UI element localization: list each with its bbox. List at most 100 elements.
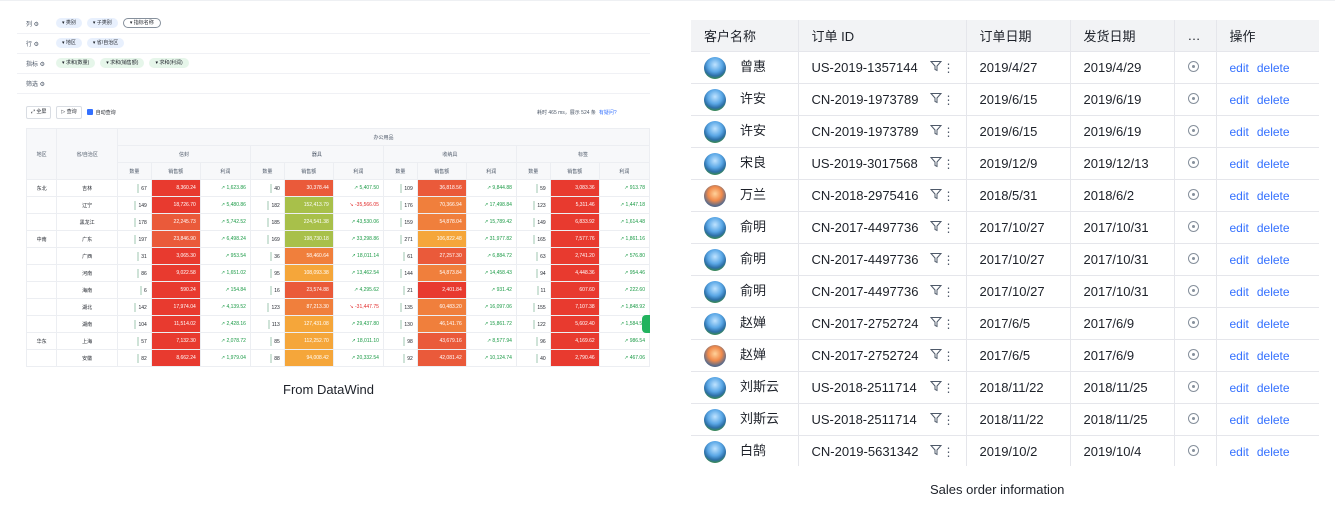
radio-icon[interactable] — [1187, 253, 1199, 264]
actions-cell: edit delete — [1216, 435, 1319, 466]
delete-link[interactable]: delete — [1257, 61, 1290, 75]
quantity-cell: 271 — [382, 230, 418, 248]
delete-link[interactable]: delete — [1257, 349, 1290, 363]
filter-icon[interactable]: ⋮ — [929, 284, 955, 299]
radio-icon[interactable] — [1187, 445, 1199, 456]
radio-icon[interactable] — [1187, 61, 1199, 72]
avatar — [704, 184, 726, 207]
radio-icon[interactable] — [1187, 317, 1199, 328]
edit-link[interactable]: edit — [1230, 253, 1249, 267]
more-icon[interactable]: ⋮ — [943, 125, 955, 139]
more-icon[interactable]: ⋮ — [943, 381, 955, 395]
fullscreen-button[interactable]: ⤢ 全屏 — [26, 105, 52, 119]
filter-icon[interactable]: ⋮ — [929, 380, 955, 395]
column-header[interactable]: … — [1174, 20, 1217, 52]
field-pill[interactable]: ▾ 省/自治区 — [86, 38, 125, 48]
more-icon[interactable]: ⋮ — [943, 413, 955, 427]
field-pill[interactable]: ▾ 求和(利润) — [149, 58, 189, 68]
more-icon[interactable]: ⋮ — [943, 61, 955, 75]
delete-link[interactable]: delete — [1257, 125, 1290, 139]
delete-link[interactable]: delete — [1257, 285, 1290, 299]
radio-icon[interactable] — [1187, 93, 1199, 104]
order-date-cell: 2017/10/27 — [966, 275, 1071, 308]
filter-icon[interactable]: ⋮ — [929, 156, 955, 171]
delete-link[interactable]: delete — [1257, 157, 1290, 171]
delete-link[interactable]: delete — [1257, 445, 1290, 459]
delete-link[interactable]: delete — [1257, 189, 1290, 203]
query-button[interactable]: ▷ 查询 — [56, 105, 82, 119]
edit-link[interactable]: edit — [1230, 349, 1249, 363]
more-icon[interactable]: ⋮ — [943, 253, 955, 267]
radio-icon[interactable] — [1187, 125, 1199, 136]
delete-link[interactable]: delete — [1257, 93, 1290, 107]
filter-icon[interactable]: ⋮ — [929, 60, 955, 75]
pivot-subcategory-header: 器具 — [249, 145, 384, 163]
quantity-cell: 6 — [116, 281, 152, 299]
filter-icon[interactable]: ⋮ — [929, 444, 955, 459]
quantity-bar — [134, 217, 137, 227]
more-icon[interactable]: ⋮ — [943, 285, 955, 299]
delete-link[interactable]: delete — [1257, 221, 1290, 235]
more-icon[interactable]: ⋮ — [943, 349, 955, 363]
radio-icon[interactable] — [1187, 349, 1199, 360]
more-icon[interactable]: ⋮ — [943, 317, 955, 331]
radio-icon[interactable] — [1187, 381, 1199, 392]
edit-link[interactable]: edit — [1230, 445, 1249, 459]
auto-query-checkbox[interactable] — [86, 109, 93, 115]
filter-icon[interactable]: ⋮ — [929, 348, 955, 363]
filter-icon[interactable]: ⋮ — [929, 92, 955, 107]
side-drawer-handle[interactable] — [642, 315, 650, 333]
edit-link[interactable]: edit — [1230, 61, 1249, 75]
edit-link[interactable]: edit — [1230, 189, 1249, 203]
filter-icon[interactable]: ⋮ — [929, 252, 955, 267]
pivot-subcategory-header: 标签 — [515, 145, 650, 163]
sales-cell: 8,360.24 — [150, 179, 201, 197]
quantity-value: 123 — [537, 202, 546, 209]
edit-link[interactable]: edit — [1230, 413, 1249, 427]
field-pill[interactable]: ▾ 求和(数量) — [56, 58, 96, 68]
radio-icon[interactable] — [1187, 189, 1199, 200]
radio-icon[interactable] — [1187, 413, 1199, 424]
field-pill[interactable]: ▾ 地区 — [56, 38, 82, 48]
filter-icon[interactable]: ⋮ — [929, 412, 955, 427]
config-row: 列 ⚙ ▾ 类别 ▾ 子类别 ▾ 指标名称 — [17, 13, 650, 34]
field-pill[interactable]: ▾ 求和(销售额) — [100, 58, 145, 68]
customer-name: 刘斯云 — [740, 379, 780, 395]
field-pill[interactable]: ▾ 指标名称 — [122, 18, 161, 28]
column-header: 订单日期 — [966, 20, 1071, 52]
filter-icon[interactable]: ⋮ — [929, 124, 955, 139]
extra-cell — [1174, 371, 1217, 404]
delete-link[interactable]: delete — [1257, 413, 1290, 427]
edit-link[interactable]: edit — [1230, 125, 1249, 139]
field-pill[interactable]: ▾ 类别 — [56, 18, 82, 28]
more-icon[interactable]: ⋮ — [943, 189, 955, 203]
edit-link[interactable]: edit — [1230, 93, 1249, 107]
more-icon[interactable]: ⋮ — [943, 157, 955, 171]
filter-icon[interactable]: ⋮ — [929, 188, 955, 203]
radio-icon[interactable] — [1187, 285, 1199, 296]
order-id-cell: CN-2017-4497736 ⋮ — [798, 275, 967, 308]
filter-icon[interactable]: ⋮ — [929, 316, 955, 331]
delete-link[interactable]: delete — [1257, 253, 1290, 267]
edit-link[interactable]: edit — [1230, 157, 1249, 171]
more-icon[interactable]: ⋮ — [943, 93, 955, 107]
edit-link[interactable]: edit — [1230, 317, 1249, 331]
filter-icon[interactable]: ⋮ — [929, 220, 955, 235]
profit-cell: ↗ 222.60 — [598, 281, 650, 299]
more-icon[interactable]: ⋮ — [943, 445, 955, 459]
pivot-province-cell: 湖北 — [56, 298, 118, 316]
delete-link[interactable]: delete — [1257, 317, 1290, 331]
help-link[interactable]: 有疑问? — [599, 109, 617, 116]
more-icon[interactable]: ⋮ — [943, 221, 955, 235]
sales-cell: 8,662.24 — [150, 349, 201, 367]
pivot-metric-header: 销售额 — [416, 162, 467, 180]
field-pill[interactable]: ▾ 子类别 — [86, 18, 118, 28]
edit-link[interactable]: edit — [1230, 221, 1249, 235]
order-date-cell: 2018/5/31 — [966, 179, 1071, 212]
pivot-subcategory-header: 信封 — [116, 145, 251, 163]
delete-link[interactable]: delete — [1257, 381, 1290, 395]
radio-icon[interactable] — [1187, 157, 1199, 168]
edit-link[interactable]: edit — [1230, 381, 1249, 395]
radio-icon[interactable] — [1187, 221, 1199, 232]
edit-link[interactable]: edit — [1230, 285, 1249, 299]
